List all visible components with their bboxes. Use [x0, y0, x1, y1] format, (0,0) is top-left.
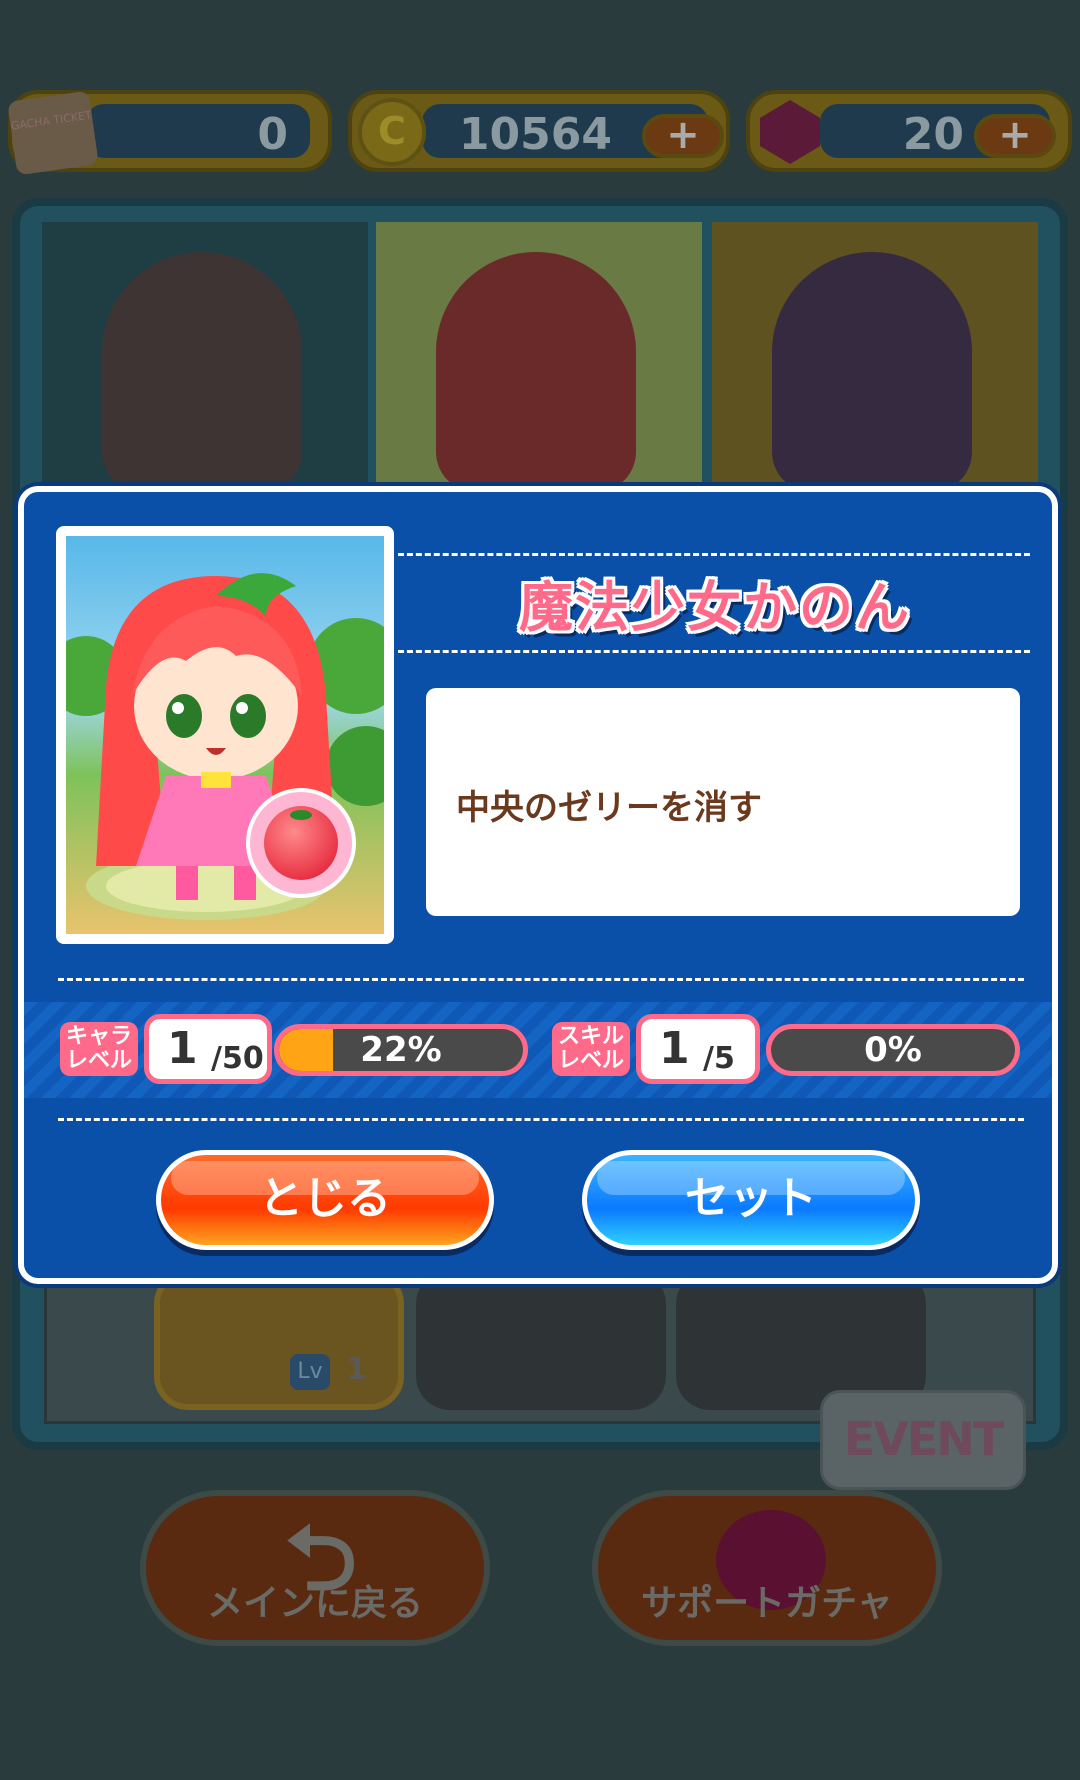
- support-gacha-label: サポートガチャ: [641, 1583, 893, 1624]
- coin-count: 10564: [458, 109, 612, 160]
- character-name: 魔法少女かのん: [519, 576, 911, 639]
- skill-level-value: 1 /5: [636, 1014, 760, 1084]
- support-slot-1[interactable]: [154, 1270, 404, 1410]
- tomato-icon: [246, 788, 356, 898]
- support-level: 1: [346, 1352, 367, 1387]
- set-button-label: セット: [685, 1173, 817, 1224]
- skill-description: 中央のゼリーを消す: [456, 788, 762, 828]
- character-portrait: [772, 252, 972, 492]
- divider: [398, 553, 1030, 556]
- skill-level-progress-bar: 0%: [766, 1024, 1020, 1076]
- char-level-current: 1: [167, 1023, 198, 1074]
- add-coins-button[interactable]: +: [642, 114, 724, 158]
- char-level-value: 1 /50: [144, 1014, 272, 1084]
- team-slot-1[interactable]: [42, 222, 368, 522]
- set-button[interactable]: セット: [582, 1150, 920, 1250]
- skill-level-progress-text: 0%: [864, 1030, 922, 1070]
- char-level-progress-text: 22%: [360, 1030, 442, 1070]
- divider: [398, 650, 1030, 653]
- ticket-count: 0: [257, 109, 288, 160]
- back-to-main-button[interactable]: ⮌ メインに戻る: [140, 1490, 490, 1646]
- close-button-label: とじる: [259, 1173, 391, 1224]
- event-badge[interactable]: EVENT: [820, 1390, 1026, 1490]
- divider: [58, 978, 1024, 981]
- skill-description-box: 中央のゼリーを消す: [426, 688, 1020, 916]
- team-slot-2[interactable]: [376, 222, 702, 522]
- level-badge: Lv: [290, 1354, 330, 1390]
- character-portrait: [436, 252, 636, 492]
- char-level-progress-bar: 22%: [274, 1024, 528, 1076]
- gacha-ticket-icon: GACHA TICKET: [7, 90, 99, 176]
- character-card: [56, 526, 394, 944]
- support-gacha-button[interactable]: サポートガチャ: [592, 1490, 942, 1646]
- support-slot-2-locked[interactable]: [416, 1270, 666, 1410]
- character-portrait: [102, 252, 302, 492]
- coin-icon: C: [358, 98, 426, 166]
- skill-level-max: /5: [703, 1041, 735, 1076]
- gem-count: 20: [902, 109, 964, 160]
- skill-level-tag: スキル レベル: [552, 1022, 630, 1076]
- add-gems-button[interactable]: +: [974, 114, 1056, 158]
- char-level-tag: キャラ レベル: [60, 1022, 138, 1076]
- team-slot-3[interactable]: [712, 222, 1038, 522]
- close-button[interactable]: とじる: [156, 1150, 494, 1250]
- back-to-main-label: メインに戻る: [206, 1583, 423, 1624]
- support-slot-3-locked[interactable]: [676, 1270, 926, 1410]
- skill-level-current: 1: [659, 1023, 690, 1074]
- divider: [58, 1118, 1024, 1121]
- char-level-max: /50: [211, 1041, 264, 1076]
